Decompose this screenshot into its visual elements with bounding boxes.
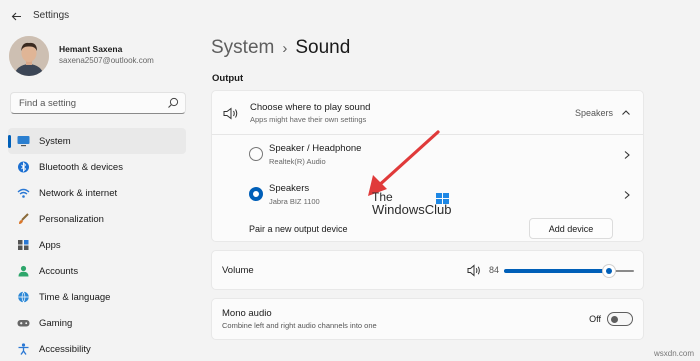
page-title: Sound [295, 37, 351, 58]
windows-logo-icon [436, 193, 449, 204]
breadcrumb: System › Sound [211, 37, 350, 59]
chevron-right-icon[interactable] [623, 150, 631, 160]
watermark-line2: WindowsClub [372, 202, 452, 217]
pair-device-label: Pair a new output device [249, 224, 348, 234]
radio-button-selected[interactable] [249, 187, 263, 201]
slider-thumb[interactable] [602, 264, 616, 278]
sidebar-item-accessibility[interactable]: Accessibility [8, 336, 186, 361]
brush-icon [19, 213, 29, 224]
chevron-right-icon[interactable] [623, 190, 631, 200]
title-bar: Settings [0, 0, 700, 32]
section-heading-output: Output [212, 73, 244, 84]
back-button[interactable] [6, 6, 26, 26]
monitor-icon [17, 136, 30, 147]
user-email: saxena2507@outlook.com [59, 56, 154, 65]
search-icon [168, 97, 179, 108]
person-icon [18, 265, 29, 277]
search-input[interactable]: Find a setting [10, 92, 186, 114]
wifi-icon [17, 188, 30, 198]
mono-audio-toggle[interactable] [607, 312, 633, 326]
device-driver: Realtek(R) Audio [269, 157, 326, 166]
app-title: Settings [33, 10, 70, 21]
speaker-icon [223, 107, 238, 120]
sidebar-item-gaming[interactable]: Gaming [8, 310, 186, 336]
globe-icon [18, 291, 29, 303]
apps-icon [18, 240, 29, 250]
user-name: Hemant Saxena [59, 44, 123, 54]
search-placeholder: Find a setting [19, 98, 77, 109]
accessibility-icon [18, 343, 29, 355]
gamepad-icon [17, 320, 30, 327]
choose-output-subtitle: Apps might have their own settings [250, 115, 367, 124]
choose-output-title: Choose where to play sound [250, 102, 371, 113]
sidebar-item-label: Time & language [39, 292, 111, 303]
sidebar-item-label: Accessibility [39, 344, 91, 355]
sidebar-item-label: Accounts [39, 266, 79, 277]
selected-output-value: Speakers [574, 108, 613, 118]
mono-audio-card: Mono audio Combine left and right audio … [211, 298, 644, 340]
sidebar-item-time-language[interactable]: Time & language [8, 284, 186, 310]
radio-button[interactable] [249, 147, 263, 161]
sidebar-item-network-internet[interactable]: Network & internet [8, 180, 186, 206]
site-watermark: wsxdn.com [653, 349, 694, 358]
sidebar-item-label: Network & internet [39, 188, 118, 199]
watermark-logo: The WindowsClub [372, 191, 462, 217]
device-name: Speakers [269, 183, 310, 194]
slider-fill [504, 269, 609, 273]
sidebar-item-label: Personalization [39, 214, 104, 225]
volume-value: 84 [489, 265, 500, 275]
device-name: Speaker / Headphone [269, 143, 362, 154]
add-device-button[interactable]: Add device [529, 218, 613, 239]
breadcrumb-parent[interactable]: System [211, 37, 274, 58]
sidebar-item-apps[interactable]: Apps [8, 232, 186, 258]
sidebar-item-system[interactable]: System [8, 128, 186, 154]
device-driver: Jabra BIZ 1100 [269, 197, 320, 206]
mono-audio-subtitle: Combine left and right audio channels in… [222, 321, 377, 330]
sidebar-item-accounts[interactable]: Accounts [8, 258, 186, 284]
sidebar-item-label: Apps [39, 240, 61, 251]
volume-card: Volume 84 [211, 250, 644, 290]
sidebar-item-label: Gaming [39, 318, 73, 329]
volume-label: Volume [222, 265, 254, 276]
pair-device-row: Pair a new output device Add device [212, 215, 643, 243]
sidebar-item-label: Bluetooth & devices [39, 162, 123, 173]
volume-slider[interactable] [504, 264, 634, 278]
bluetooth-icon [18, 161, 29, 173]
mono-audio-state: Off [589, 314, 601, 324]
sidebar-item-label: System [39, 136, 71, 147]
sidebar-item-bluetooth-devices[interactable]: Bluetooth & devices [8, 154, 186, 180]
user-profile[interactable]: Hemant Saxena saxena2507@outlook.com [9, 36, 189, 76]
avatar [9, 36, 49, 76]
breadcrumb-separator: › [282, 40, 288, 57]
arrow-left-icon [11, 12, 21, 20]
sidebar-item-personalization[interactable]: Personalization [8, 206, 186, 232]
toggle-knob [611, 316, 618, 323]
sidebar-nav: System Bluetooth & devices Network & int… [8, 128, 186, 361]
volume-icon[interactable] [467, 264, 482, 277]
mono-audio-title: Mono audio [222, 308, 272, 319]
chevron-up-icon[interactable] [621, 108, 631, 118]
